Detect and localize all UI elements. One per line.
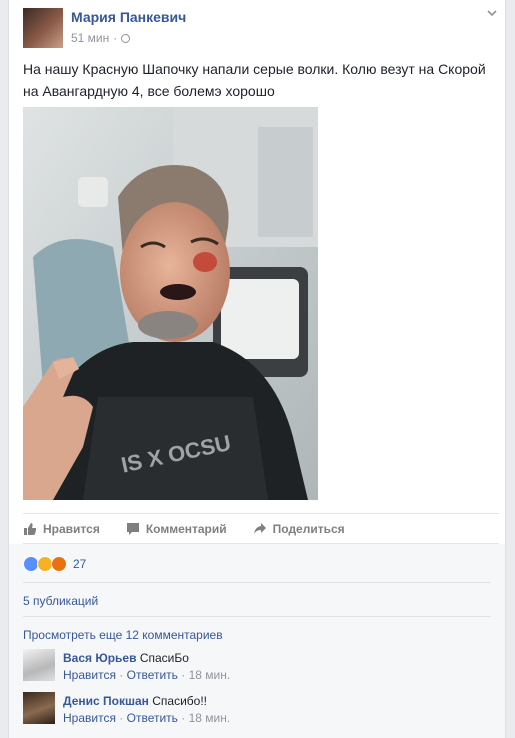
thumbs-up-icon	[24, 522, 37, 535]
comment-text: СпасиБо	[139, 651, 189, 665]
share-label: Поделиться	[272, 521, 345, 536]
like-label: Нравится	[43, 521, 100, 536]
angry-icon	[51, 556, 67, 572]
shares-link[interactable]: 5 публикаций	[23, 594, 98, 608]
comment-reply-link[interactable]: Ответить	[127, 668, 178, 682]
comment-label: Комментарий	[145, 521, 227, 536]
share-icon	[253, 522, 266, 534]
post-meta: 51 мин ·	[71, 31, 131, 45]
reaction-count: 27	[73, 557, 87, 571]
post-photo[interactable]: IS X OCSU	[23, 107, 318, 500]
post-actions: Нравится Комментарий Поделиться	[23, 513, 499, 544]
comment-like-link[interactable]: Нравится	[63, 668, 116, 682]
comment-meta-dot: ·	[181, 668, 186, 682]
comment-avatar[interactable]	[23, 692, 55, 724]
comment-reply-link[interactable]: Ответить	[127, 711, 178, 725]
author-avatar[interactable]	[23, 8, 63, 48]
comment-meta-dot: ·	[119, 668, 124, 682]
post-time[interactable]: 51 мин	[71, 31, 109, 45]
comment-author[interactable]: Вася Юрьев	[63, 651, 136, 665]
comment-text: Спасибо!!	[152, 694, 207, 708]
more-comments-link[interactable]: Просмотреть еще 12 комментариев	[23, 628, 223, 642]
like-button[interactable]: Нравится	[23, 522, 100, 536]
post-card: Мария Панкевич 51 мин · На нашу Красную …	[8, 0, 506, 738]
comment-avatar[interactable]	[23, 649, 55, 681]
chevron-down-icon[interactable]	[487, 8, 497, 18]
reactions-summary[interactable]: 27	[23, 556, 86, 572]
share-button[interactable]: Поделиться	[253, 522, 345, 536]
divider	[23, 616, 491, 617]
post-text: На нашу Красную Шапочку напали серые вол…	[23, 61, 486, 99]
comment-meta-dot: ·	[181, 711, 186, 725]
comment-item: Денис Покшан Спасибо!! Нравится · Ответи…	[23, 692, 493, 726]
comment-time[interactable]: 18 мин.	[189, 711, 231, 725]
comment-button[interactable]: Комментарий	[126, 522, 227, 536]
comment-item: Вася Юрьев СпасиБо Нравится · Ответить ·…	[23, 649, 493, 683]
meta-separator: ·	[113, 31, 118, 45]
author-name[interactable]: Мария Панкевич	[71, 9, 186, 25]
divider	[23, 582, 491, 583]
comment-time[interactable]: 18 мин.	[189, 668, 231, 682]
globe-icon	[121, 33, 131, 43]
comment-author[interactable]: Денис Покшан	[63, 694, 149, 708]
feedback-section: 27 5 публикаций Просмотреть еще 12 комме…	[9, 544, 505, 738]
comment-icon	[126, 522, 139, 535]
comment-like-link[interactable]: Нравится	[63, 711, 116, 725]
comment-meta-dot: ·	[119, 711, 124, 725]
